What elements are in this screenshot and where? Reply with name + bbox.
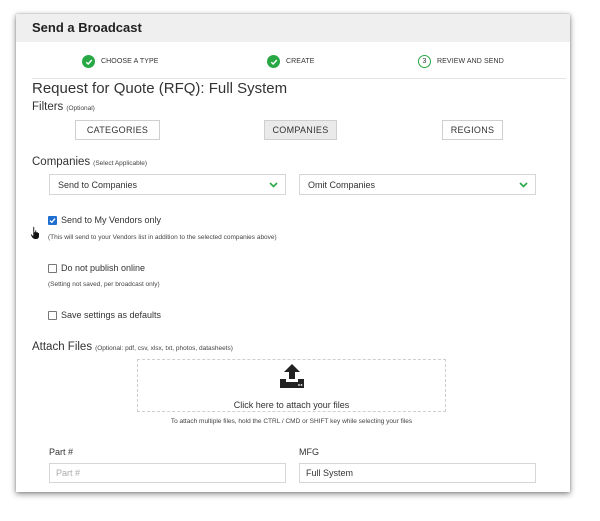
attach-files-label: Attach Files: [32, 341, 93, 353]
step-progress: CHOOSE A TYPE CREATE 3 REVIEW AND SEND: [32, 48, 566, 79]
step-label: CREATE: [286, 58, 315, 65]
file-dropzone[interactable]: Click here to attach your files: [137, 359, 446, 412]
do-not-publish-checkbox[interactable]: [48, 263, 57, 273]
do-not-publish-note: (Setting not saved, per broadcast only): [48, 281, 160, 288]
upload-icon: [278, 362, 306, 395]
save-defaults-checkbox[interactable]: [48, 310, 57, 320]
categories-filter-button[interactable]: CATEGORIES: [75, 120, 160, 140]
omit-companies-value: Omit Companies: [308, 180, 376, 190]
attach-helper-text: To attach multiple files, hold the CTRL …: [170, 418, 413, 425]
vendors-only-note: (This will send to your Vendors list in …: [48, 234, 277, 241]
attach-files-heading: Attach Files (Optional: pdf, csv, xlsx, t…: [32, 341, 233, 353]
part-number-label: Part #: [49, 447, 74, 457]
broadcast-card: Send a Broadcast CHOOSE A TYPE CREATE 3 …: [16, 14, 570, 492]
chevron-down-icon: [268, 179, 279, 192]
do-not-publish-label: Do not publish online: [61, 263, 146, 273]
attach-files-hint: (Optional: pdf, csv, xlsx, txt, photos, …: [95, 345, 233, 352]
step-label: CHOOSE A TYPE: [101, 58, 159, 65]
do-not-publish-option[interactable]: Do not publish online: [48, 263, 145, 273]
part-number-input[interactable]: [49, 463, 286, 483]
omit-companies-select[interactable]: Omit Companies: [299, 174, 536, 195]
step-label: REVIEW AND SEND: [437, 58, 504, 65]
companies-hint: (Select Applicable): [93, 160, 148, 167]
send-to-companies-value: Send to Companies: [58, 180, 138, 190]
vendors-only-option[interactable]: Send to My Vendors only: [48, 215, 161, 225]
vendors-only-checkbox[interactable]: [48, 215, 57, 225]
filters-label: Filters: [32, 101, 64, 113]
card-title: Send a Broadcast: [32, 20, 142, 35]
check-circle-icon: [267, 55, 280, 68]
step-create[interactable]: CREATE: [267, 55, 314, 68]
save-defaults-label: Save settings as defaults: [61, 310, 162, 320]
check-circle-icon: [82, 55, 95, 68]
companies-filter-button[interactable]: COMPANIES: [264, 120, 337, 140]
filters-hint: (Optional): [66, 105, 95, 112]
save-defaults-option[interactable]: Save settings as defaults: [48, 310, 161, 320]
companies-label: Companies: [32, 156, 91, 168]
step-choose-type[interactable]: CHOOSE A TYPE: [82, 55, 159, 68]
hand-cursor-icon: [30, 226, 40, 245]
chevron-down-icon: [518, 179, 529, 192]
dropzone-text: Click here to attach your files: [233, 400, 350, 410]
mfg-input[interactable]: [299, 463, 536, 483]
vendors-only-label: Send to My Vendors only: [61, 215, 162, 225]
regions-filter-button[interactable]: REGIONS: [442, 120, 503, 140]
filters-heading: Filters (Optional): [32, 101, 95, 113]
page-title: Request for Quote (RFQ): Full System: [32, 80, 288, 97]
send-to-companies-select[interactable]: Send to Companies: [49, 174, 286, 195]
card-header: Send a Broadcast: [16, 14, 570, 42]
step-number-badge: 3: [418, 55, 431, 68]
mfg-label: MFG: [299, 447, 319, 457]
step-review-send[interactable]: 3 REVIEW AND SEND: [418, 55, 504, 68]
companies-heading: Companies (Select Applicable): [32, 156, 147, 168]
